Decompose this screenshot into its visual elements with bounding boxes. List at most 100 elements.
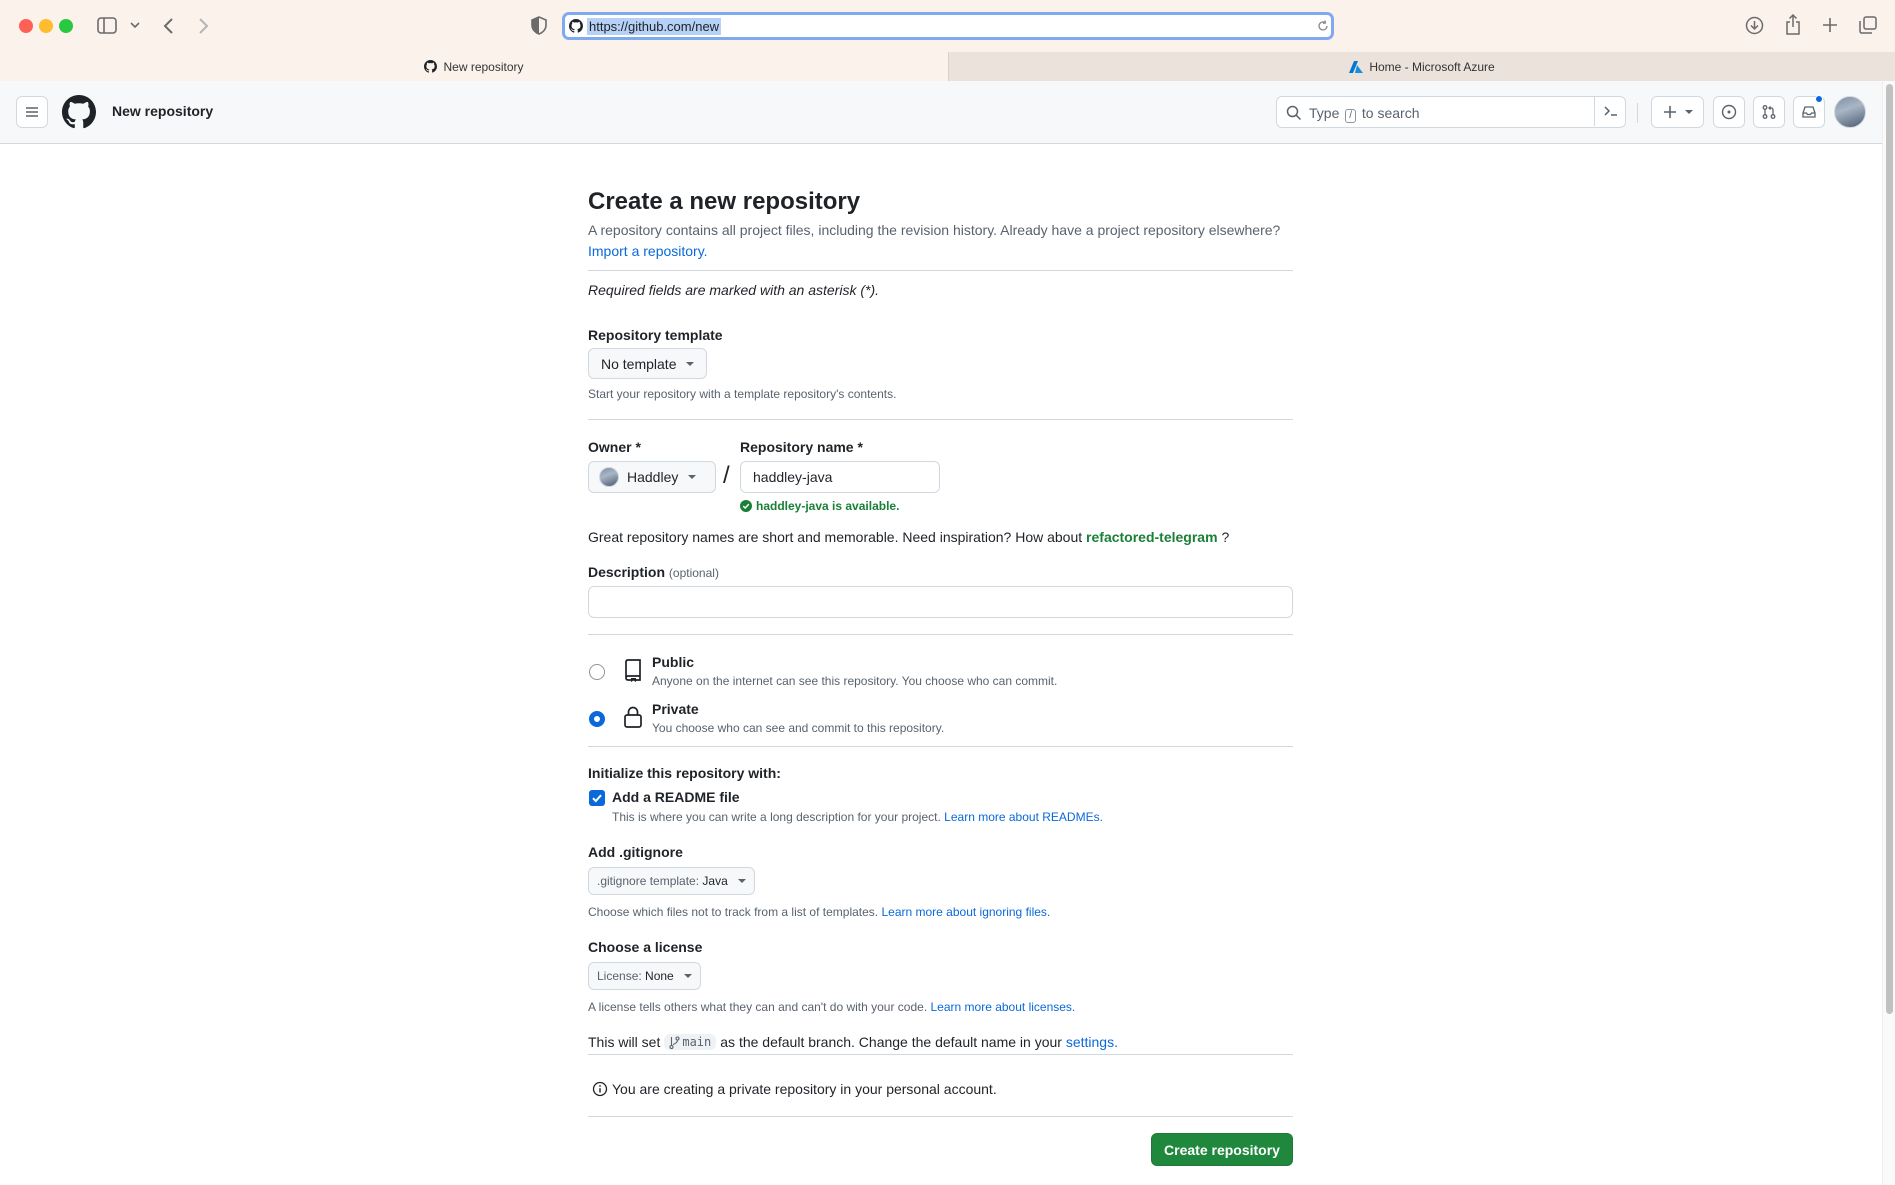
private-description: You choose who can see and commit to thi… bbox=[652, 721, 945, 735]
check-circle-icon bbox=[740, 500, 752, 512]
create-repository-button[interactable]: Create repository bbox=[1151, 1133, 1293, 1166]
hamburger-icon bbox=[26, 107, 38, 117]
owner-label: Owner * bbox=[588, 439, 641, 455]
template-dropdown[interactable]: No template bbox=[588, 348, 708, 379]
github-favicon-icon bbox=[569, 19, 583, 33]
required-fields-note: Required fields are marked with an aster… bbox=[588, 282, 880, 298]
pull-requests-button[interactable] bbox=[1753, 96, 1785, 128]
name-suggestion: Great repository names are short and mem… bbox=[588, 529, 1230, 545]
git-branch-icon bbox=[669, 1035, 680, 1049]
tab-microsoft-azure[interactable]: Home - Microsoft Azure bbox=[948, 52, 1895, 81]
downloads-icon[interactable] bbox=[1745, 16, 1764, 35]
plus-icon bbox=[1663, 106, 1676, 118]
create-new-button[interactable] bbox=[1651, 96, 1704, 128]
gitignore-learn-more-link[interactable]: Learn more about ignoring files. bbox=[881, 905, 1050, 919]
gitignore-label: Add .gitignore bbox=[588, 844, 683, 860]
context-title[interactable]: New repository bbox=[112, 103, 213, 119]
minimize-window-button[interactable] bbox=[39, 19, 53, 33]
repo-icon bbox=[623, 658, 643, 682]
user-avatar[interactable] bbox=[1834, 96, 1866, 128]
readme-checkbox[interactable] bbox=[589, 790, 605, 806]
terminal-icon bbox=[1603, 106, 1617, 116]
search-placeholder: Type / to search bbox=[1309, 105, 1420, 123]
public-radio[interactable] bbox=[589, 664, 605, 680]
suggested-name-link[interactable]: refactored-telegram bbox=[1086, 529, 1218, 545]
branch-name: main bbox=[664, 1034, 717, 1050]
github-favicon-icon bbox=[424, 60, 438, 73]
divider bbox=[588, 746, 1293, 747]
forward-icon[interactable] bbox=[198, 17, 210, 35]
slash-key-hint: / bbox=[1345, 109, 1357, 123]
page-title: Create a new repository bbox=[588, 188, 861, 215]
triangle-down-icon bbox=[683, 974, 692, 978]
privacy-shield-icon[interactable] bbox=[531, 16, 547, 35]
lock-icon bbox=[623, 705, 643, 729]
scrollbar-thumb[interactable] bbox=[1886, 84, 1893, 1014]
triangle-down-icon bbox=[737, 879, 746, 883]
default-branch-note: This will set main as the default branch… bbox=[588, 1034, 1118, 1050]
import-repository-link[interactable]: Import a repository. bbox=[588, 243, 708, 259]
repository-name-label: Repository name * bbox=[740, 439, 863, 455]
owner-dropdown[interactable]: Haddley bbox=[588, 461, 716, 493]
tab-overview-icon[interactable] bbox=[1859, 16, 1877, 34]
license-dropdown[interactable]: License: None bbox=[588, 962, 701, 990]
browser-titlebar: https://github.com/new bbox=[0, 0, 1895, 52]
github-logo-icon[interactable] bbox=[62, 95, 96, 129]
settings-link[interactable]: settings. bbox=[1066, 1034, 1118, 1050]
notification-dot bbox=[1815, 95, 1823, 103]
url-text[interactable]: https://github.com/new bbox=[587, 18, 722, 35]
zoom-window-button[interactable] bbox=[59, 19, 73, 33]
tab-new-repository[interactable]: New repository bbox=[0, 52, 948, 81]
back-icon[interactable] bbox=[162, 17, 174, 35]
search-input[interactable]: Type / to search bbox=[1276, 96, 1626, 128]
header-divider bbox=[1637, 103, 1638, 123]
license-hint: A license tells others what they can and… bbox=[588, 1000, 1076, 1014]
gitignore-hint: Choose which files not to track from a l… bbox=[588, 905, 1051, 919]
info-icon bbox=[592, 1081, 608, 1097]
repository-name-input[interactable]: haddley-java bbox=[740, 461, 940, 493]
template-hint: Start your repository with a template re… bbox=[588, 387, 897, 401]
description-label: Description (optional) bbox=[588, 564, 719, 580]
git-pull-request-icon bbox=[1762, 105, 1776, 119]
chevron-down-icon[interactable] bbox=[130, 21, 140, 29]
public-description: Anyone on the internet can see this repo… bbox=[652, 674, 1058, 688]
readme-hint: This is where you can write a long descr… bbox=[612, 810, 1103, 824]
tab-bar: New repository Home - Microsoft Azure bbox=[0, 52, 1895, 81]
triangle-down-icon bbox=[1684, 110, 1693, 114]
initialize-label: Initialize this repository with: bbox=[588, 765, 781, 781]
triangle-down-icon bbox=[688, 475, 697, 479]
check-icon bbox=[592, 794, 602, 803]
name-availability: haddley-java is available. bbox=[740, 499, 899, 513]
description-input[interactable] bbox=[588, 586, 1293, 618]
tab-label: New repository bbox=[443, 59, 524, 74]
share-icon[interactable] bbox=[1785, 14, 1801, 35]
readme-label[interactable]: Add a README file bbox=[612, 789, 740, 805]
close-window-button[interactable] bbox=[19, 19, 33, 33]
hamburger-menu-button[interactable] bbox=[16, 96, 48, 128]
issue-opened-icon bbox=[1721, 104, 1737, 120]
page-scrollbar[interactable] bbox=[1882, 81, 1895, 1185]
divider bbox=[588, 634, 1293, 635]
gitignore-dropdown[interactable]: .gitignore template: Java bbox=[588, 867, 755, 895]
issues-button[interactable] bbox=[1713, 96, 1745, 128]
github-header: New repository Type / to search bbox=[0, 81, 1882, 144]
private-radio[interactable] bbox=[589, 711, 605, 727]
template-label: Repository template bbox=[588, 327, 723, 343]
sidebar-toggle-icon[interactable] bbox=[97, 17, 117, 34]
inbox-icon bbox=[1802, 106, 1816, 118]
page-lead: A repository contains all project files,… bbox=[588, 222, 1281, 259]
license-learn-more-link[interactable]: Learn more about licenses. bbox=[931, 1000, 1076, 1014]
license-label: Choose a license bbox=[588, 939, 703, 955]
address-bar[interactable]: https://github.com/new bbox=[562, 12, 1334, 40]
divider bbox=[588, 270, 1293, 271]
readme-learn-more-link[interactable]: Learn more about READMEs. bbox=[944, 810, 1103, 824]
azure-favicon-icon bbox=[1349, 60, 1364, 73]
command-palette-button[interactable] bbox=[1594, 96, 1626, 126]
owner-avatar bbox=[599, 467, 619, 487]
divider bbox=[588, 419, 1293, 420]
private-info-note: You are creating a private repository in… bbox=[592, 1081, 997, 1097]
tab-label: Home - Microsoft Azure bbox=[1369, 59, 1495, 74]
new-tab-icon[interactable] bbox=[1822, 17, 1838, 33]
reload-icon[interactable] bbox=[1317, 20, 1329, 32]
private-title: Private bbox=[652, 701, 699, 717]
